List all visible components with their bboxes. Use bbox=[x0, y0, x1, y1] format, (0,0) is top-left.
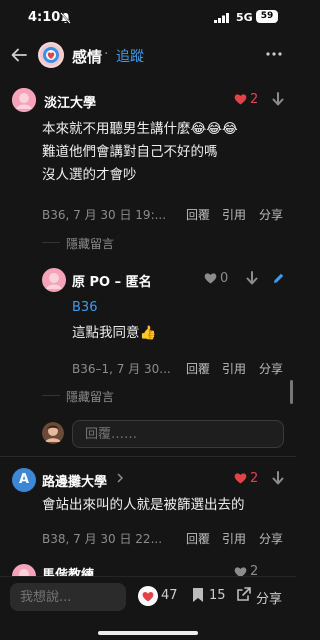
user-avatar bbox=[42, 422, 64, 444]
share-button[interactable]: 分享 bbox=[259, 206, 283, 223]
status-bar: 4:10 5G 59 bbox=[0, 0, 296, 36]
comment-author[interactable]: 淡江大學 bbox=[44, 92, 96, 111]
header-separator: · bbox=[104, 46, 109, 62]
battery-level: 59 bbox=[260, 11, 274, 21]
share-button[interactable]: 分享 bbox=[259, 530, 283, 547]
comment-author[interactable]: 原 PO – 匿名 bbox=[72, 271, 152, 290]
quote-button[interactable]: 引用 bbox=[222, 206, 246, 223]
comment-line: 難道他們會講對自己不好的嗎 bbox=[42, 144, 218, 160]
avatar[interactable] bbox=[12, 88, 36, 112]
comment-meta: B36, 7 月 30 日 19:... bbox=[42, 208, 167, 222]
downvote-arrow-icon[interactable] bbox=[246, 271, 258, 285]
like-count: 0 bbox=[220, 271, 229, 286]
reply-input[interactable] bbox=[72, 420, 284, 448]
hide-comments-button[interactable]: 隱藏留言 bbox=[66, 388, 114, 405]
comment-meta: B38, 7 月 30 日 22... bbox=[42, 532, 163, 546]
heart-icon[interactable] bbox=[234, 93, 247, 105]
share-button[interactable]: 分享 bbox=[259, 360, 283, 377]
network-label: 5G bbox=[236, 11, 253, 24]
comment-body: 這點我同意👍 bbox=[72, 325, 157, 341]
comment-line: 沒人選的才會吵 bbox=[42, 167, 137, 183]
comment-b36: 淡江大學 2 本來就不用聽男生講什麼😂😂😂 難道他們會講對自己不好的嗎 沒人選的… bbox=[0, 84, 296, 254]
reply-b36-1: 原 PO – 匿名 0 B36 這點我同意👍 B36–1, 7 月 30... … bbox=[0, 262, 296, 412]
avatar-letter: A bbox=[18, 472, 30, 487]
quoted-floor-tag[interactable]: B36 bbox=[72, 300, 97, 315]
heart-outline-icon[interactable] bbox=[204, 272, 217, 284]
status-time: 4:10 bbox=[28, 10, 61, 25]
hide-divider bbox=[42, 242, 60, 243]
avatar[interactable] bbox=[42, 268, 66, 292]
comment-b38: A 路邊攤大學 2 會站出來叫的人就是被篩選出去的 B38, 7 月 30 日 … bbox=[0, 462, 296, 554]
comment-line: 本來就不用聽男生講什麼😂😂😂 bbox=[42, 121, 238, 137]
like-count: 2 bbox=[250, 92, 259, 107]
like-total: 47 bbox=[161, 588, 178, 603]
comment-meta: B36–1, 7 月 30... bbox=[72, 362, 171, 376]
comment-body: 本來就不用聽男生講什麼😂😂😂 難道他們會講對自己不好的嗎 沒人選的才會吵 bbox=[42, 118, 292, 187]
share-icon[interactable] bbox=[236, 586, 252, 602]
home-indicator bbox=[98, 631, 198, 635]
avatar[interactable]: A bbox=[12, 468, 36, 492]
reply-button[interactable]: 回覆 bbox=[186, 360, 210, 377]
scrollbar[interactable] bbox=[290, 380, 293, 404]
comment-partial: 馬偕教練 2 bbox=[0, 558, 296, 578]
chevron-right-icon[interactable] bbox=[116, 472, 124, 484]
downvote-arrow-icon[interactable] bbox=[272, 471, 284, 485]
hide-divider bbox=[42, 395, 60, 396]
hide-comments-button[interactable]: 隱藏留言 bbox=[66, 235, 114, 252]
signal-icon bbox=[214, 13, 230, 23]
like-count: 2 bbox=[250, 471, 259, 486]
board-icon bbox=[38, 42, 64, 68]
bookmark-icon[interactable] bbox=[192, 587, 204, 603]
comment-author[interactable]: 路邊攤大學 bbox=[42, 471, 107, 490]
heart-icon[interactable] bbox=[234, 472, 247, 484]
comment-body: 會站出來叫的人就是被篩選出去的 bbox=[42, 497, 245, 513]
board-header: 感情 · 追蹤 bbox=[0, 36, 296, 76]
back-arrow-icon[interactable] bbox=[10, 46, 28, 64]
more-options-icon[interactable] bbox=[266, 52, 282, 56]
reply-button[interactable]: 回覆 bbox=[186, 530, 210, 547]
quote-button[interactable]: 引用 bbox=[222, 360, 246, 377]
edit-pencil-icon[interactable] bbox=[272, 272, 285, 285]
like-heart-icon[interactable] bbox=[138, 586, 158, 606]
bookmark-count: 15 bbox=[209, 588, 226, 603]
follow-button[interactable]: 追蹤 bbox=[116, 46, 144, 66]
mute-bell-icon bbox=[60, 12, 71, 24]
board-title[interactable]: 感情 bbox=[72, 46, 102, 67]
downvote-arrow-icon[interactable] bbox=[272, 92, 284, 106]
bottom-bar: 47 15 分享 bbox=[0, 576, 296, 640]
quote-button[interactable]: 引用 bbox=[222, 530, 246, 547]
battery-icon: 59 bbox=[256, 10, 278, 23]
comment-input[interactable] bbox=[10, 583, 126, 611]
reply-button[interactable]: 回覆 bbox=[186, 206, 210, 223]
share-label[interactable]: 分享 bbox=[256, 588, 282, 607]
reply-composer bbox=[0, 418, 296, 450]
section-separator bbox=[0, 456, 296, 457]
